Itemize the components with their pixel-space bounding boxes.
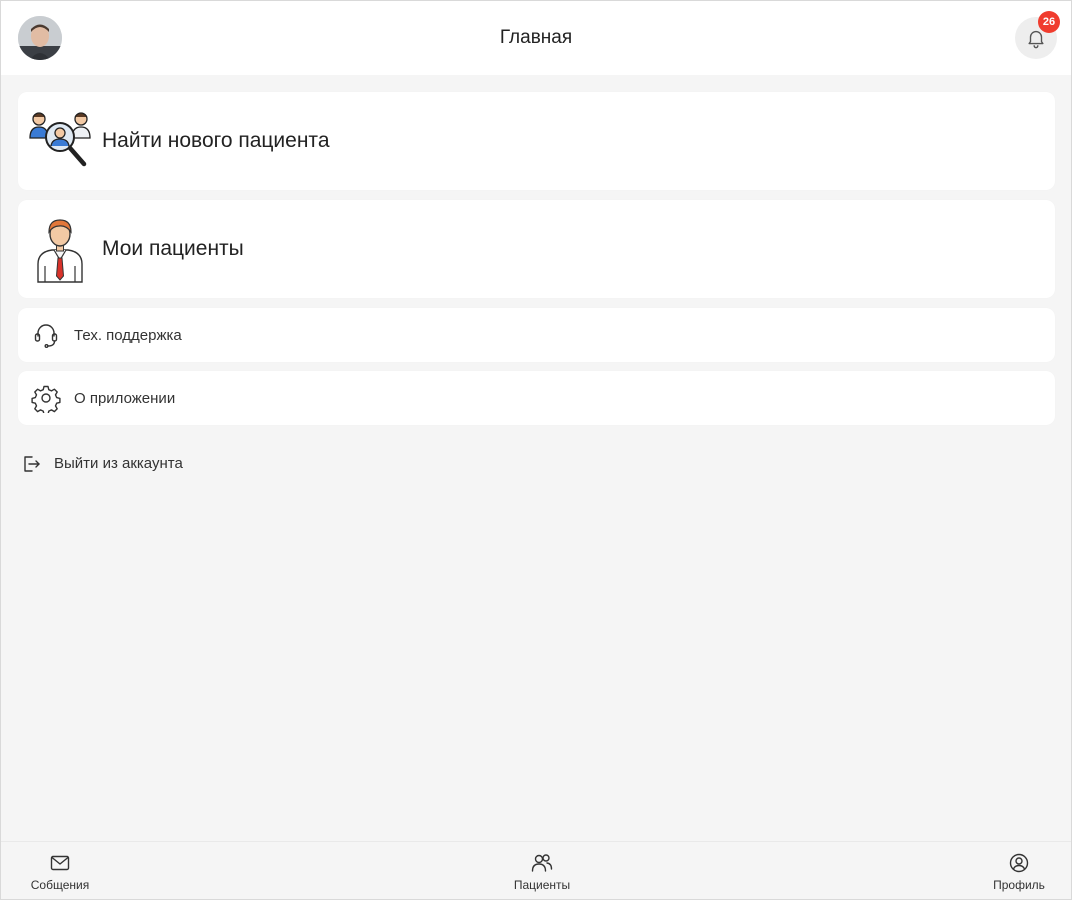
nav-profile-label: Профиль: [993, 878, 1045, 892]
find-patient-illustration: [29, 112, 91, 167]
support-label: Тех. поддержка: [74, 327, 182, 344]
notification-badge: 26: [1038, 11, 1060, 33]
logout-label: Выйти из аккаунта: [54, 455, 183, 472]
my-patients-card[interactable]: Мои пациенты: [18, 200, 1055, 298]
logout-button[interactable]: Выйти из аккаунта: [18, 451, 238, 477]
nav-profile[interactable]: Профиль: [974, 852, 1064, 898]
about-label: О приложении: [74, 390, 176, 407]
nav-messages[interactable]: Собщения: [15, 852, 105, 898]
headset-icon: [34, 324, 58, 349]
gear-icon: [31, 385, 61, 413]
my-patients-label: Мои пациенты: [102, 237, 244, 260]
page-title: Главная: [499, 27, 573, 48]
app-window: Главная 26 Найти нового пациента Мои пац…: [0, 0, 1072, 900]
about-item[interactable]: О приложении: [18, 371, 1055, 425]
logout-icon: [24, 456, 40, 472]
header-bar: Главная 26: [1, 1, 1071, 75]
find-patient-card[interactable]: Найти нового пациента: [18, 92, 1055, 190]
mail-icon: [50, 855, 70, 871]
users-icon: [531, 854, 553, 872]
support-item[interactable]: Тех. поддержка: [18, 308, 1055, 362]
find-patient-label: Найти нового пациента: [102, 129, 330, 152]
bottom-navigation: Собщения Пациенты Профиль: [1, 841, 1071, 899]
nav-messages-label: Собщения: [30, 878, 90, 892]
nav-patients-label: Пациенты: [513, 878, 571, 892]
profile-icon: [1009, 853, 1029, 873]
doctor-illustration: [37, 219, 83, 283]
nav-patients[interactable]: Пациенты: [497, 852, 587, 898]
